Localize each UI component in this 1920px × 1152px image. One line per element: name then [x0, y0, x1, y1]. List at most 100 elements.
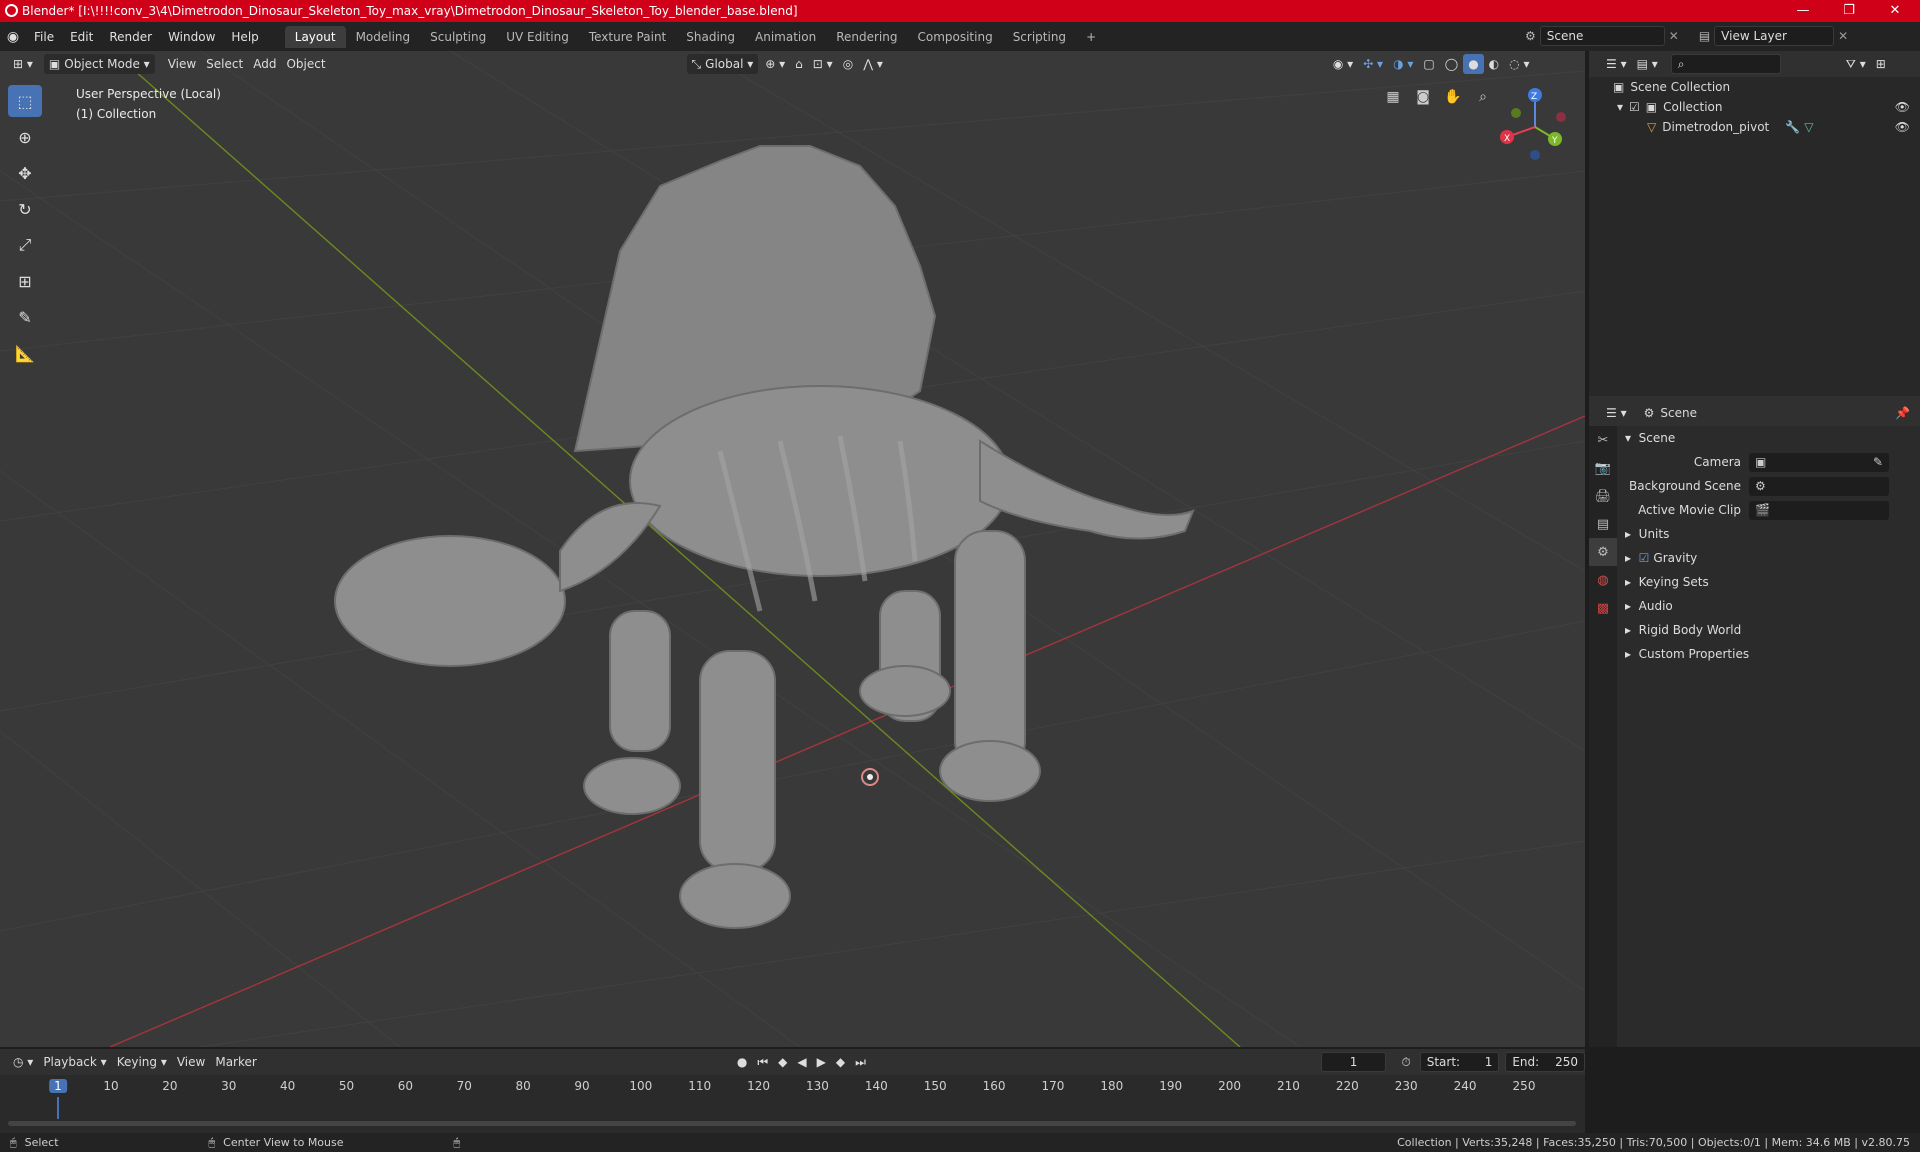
timeline-menu-view[interactable]: View [172, 1052, 210, 1072]
view-layer-tab-icon[interactable]: ▤ [1589, 510, 1617, 538]
3d-viewport[interactable]: ⊞ ▾ ▣ Object Mode ▾ View Select Add Objec… [0, 51, 1585, 1047]
add-workspace-button[interactable]: + [1076, 26, 1106, 48]
collection-visibility-icon[interactable]: 👁 [1895, 100, 1910, 114]
end-frame-field[interactable]: End: 250 [1505, 1052, 1585, 1072]
maximize-button[interactable]: ❐ [1826, 0, 1872, 22]
record-button-icon[interactable]: ● [732, 1052, 752, 1072]
timeline-menu-marker[interactable]: Marker [210, 1052, 261, 1072]
object-visibility-icon[interactable]: 👁 [1895, 120, 1910, 134]
timeline-menu-playback[interactable]: Playback ▾ [38, 1052, 111, 1072]
tab-scripting[interactable]: Scripting [1003, 26, 1076, 48]
scale-tool-icon[interactable]: ⤢ [8, 229, 42, 261]
minimize-button[interactable]: — [1780, 0, 1826, 22]
prev-keyframe-icon[interactable]: ◆ [773, 1052, 792, 1072]
blender-menu-icon[interactable]: ◉ [0, 29, 26, 45]
timeline-scrollbar[interactable] [8, 1121, 1576, 1126]
filter-icon[interactable]: ⛛ ▾ [1841, 54, 1871, 74]
transform-orientation-dropdown[interactable]: ⤡ Global ▾ [686, 54, 759, 74]
tab-rendering[interactable]: Rendering [826, 26, 907, 48]
outliner[interactable]: ☰ ▾ ▤ ▾ ⌕ ⛛ ▾ ⊞ ▣ Scene Collection ▾ ☑ ▣… [1589, 51, 1920, 396]
outliner-editor-type-icon[interactable]: ☰ ▾ [1601, 54, 1632, 74]
jump-end-icon[interactable]: ⏭ [850, 1052, 871, 1072]
menu-help[interactable]: Help [223, 30, 266, 44]
scene-panel-header[interactable]: ▾ Scene [1617, 426, 1920, 450]
select-box-tool-icon[interactable]: ⬚ [8, 85, 42, 117]
jump-start-icon[interactable]: ⏮ [752, 1052, 773, 1072]
rigid-body-world-panel[interactable]: ▸ Rigid Body World [1617, 618, 1920, 642]
gizmo-toggle-icon[interactable]: ✣ ▾ [1358, 54, 1388, 74]
scene-name-field[interactable]: Scene [1539, 26, 1665, 46]
scene-tab-icon[interactable]: ⚙ [1589, 538, 1617, 566]
tool-tab-icon[interactable]: ✂ [1589, 426, 1617, 454]
stopwatch-icon[interactable]: ⏱ [1396, 1052, 1415, 1072]
properties-editor[interactable]: ☰ ▾ ⚙ Scene 📌 ✂ 📷 🖨 ▤ ⚙ ◍ ▩ ▾ Scene Came… [1589, 400, 1920, 1047]
world-tab-icon[interactable]: ◍ [1589, 566, 1617, 594]
close-window-button[interactable]: ✕ [1872, 0, 1918, 22]
viewport-menu-select[interactable]: Select [201, 54, 248, 74]
measure-tool-icon[interactable]: 📐 [8, 337, 42, 369]
units-panel[interactable]: ▸ Units [1617, 522, 1920, 546]
output-tab-icon[interactable]: 🖨 [1589, 482, 1617, 510]
proportional-edit-icon[interactable]: ◎ [838, 54, 858, 74]
snap-target-icon[interactable]: ⊡ ▾ [808, 54, 838, 74]
active-movie-clip-field[interactable]: 🎬 [1749, 500, 1889, 520]
background-scene-field[interactable]: ⚙ [1749, 476, 1889, 496]
scene-selector-icon[interactable]: ⚙ [1525, 29, 1536, 43]
start-frame-field[interactable]: Start: 1 [1419, 1052, 1500, 1072]
close-view-layer-icon[interactable]: ✕ [1838, 29, 1848, 43]
tab-layout[interactable]: Layout [284, 25, 346, 48]
current-frame-field[interactable]: 1 [1320, 1052, 1387, 1072]
view-layer-icon[interactable]: ▤ [1699, 29, 1710, 43]
timeline-editor-type-icon[interactable]: ◷ ▾ [8, 1052, 38, 1072]
view-layer-field[interactable]: View Layer [1714, 26, 1835, 46]
gravity-panel[interactable]: ▸ ☑ Gravity [1617, 546, 1920, 570]
tab-uv-editing[interactable]: UV Editing [496, 26, 579, 48]
play-reverse-icon[interactable]: ◀ [792, 1052, 811, 1072]
visibility-icon[interactable]: ◉ ▾ [1328, 54, 1358, 74]
viewport-menu-object[interactable]: Object [281, 54, 330, 74]
frame-ruler[interactable]: 1 10 20 30 40 50 60 70 80 90 100 110 120 130 140 150 160… [0, 1075, 1585, 1119]
camera-view-icon[interactable]: ◙ [1410, 84, 1436, 110]
move-tool-icon[interactable]: ✥ [8, 157, 42, 189]
texture-tab-icon[interactable]: ▩ [1589, 594, 1617, 622]
transform-tool-icon[interactable]: ⊞ [8, 265, 42, 297]
rotate-tool-icon[interactable]: ↻ [8, 193, 42, 225]
zoom-view-icon[interactable]: ⌕ [1470, 84, 1496, 110]
tab-modeling[interactable]: Modeling [346, 26, 421, 48]
viewport-menu-add[interactable]: Add [248, 54, 281, 74]
xray-toggle-icon[interactable]: ▢ [1418, 54, 1439, 74]
pan-view-icon[interactable]: ✋ [1440, 84, 1466, 110]
playhead-line[interactable] [57, 1097, 59, 1119]
pivot-point-icon[interactable]: ⊕ ▾ [760, 54, 790, 74]
menu-render[interactable]: Render [101, 30, 160, 44]
navigation-gizmo[interactable]: Z X Y [1495, 87, 1575, 167]
keying-sets-panel[interactable]: ▸ Keying Sets [1617, 570, 1920, 594]
outliner-row-collection[interactable]: ▾ ☑ ▣ Collection 👁 [1589, 97, 1920, 117]
tab-compositing[interactable]: Compositing [907, 26, 1002, 48]
modifier-icon[interactable]: 🔧 [1785, 120, 1800, 134]
audio-panel[interactable]: ▸ Audio [1617, 594, 1920, 618]
menu-window[interactable]: Window [160, 30, 223, 44]
expand-arrow-icon[interactable]: ▾ [1617, 100, 1623, 114]
eyedropper-icon[interactable]: ✎ [1873, 455, 1883, 469]
play-icon[interactable]: ▶ [812, 1052, 831, 1072]
camera-field[interactable]: ▣ ✎ [1749, 452, 1889, 472]
next-keyframe-icon[interactable]: ◆ [831, 1052, 850, 1072]
editor-type-icon[interactable]: ⊞ ▾ [8, 54, 38, 74]
outliner-search-input[interactable]: ⌕ [1670, 54, 1781, 74]
toggle-grid-view-icon[interactable]: ▦ [1380, 84, 1406, 110]
new-collection-icon[interactable]: ⊞ [1871, 54, 1891, 74]
render-tab-icon[interactable]: 📷 [1589, 454, 1617, 482]
gravity-checkbox[interactable]: ☑ [1639, 551, 1650, 565]
mesh-data-icon[interactable]: ▽ [1804, 120, 1813, 134]
annotate-tool-icon[interactable]: ✎ [8, 301, 42, 333]
collection-checkbox[interactable]: ☑ [1629, 100, 1640, 114]
wireframe-shading-icon[interactable]: ◯ [1440, 54, 1463, 74]
menu-edit[interactable]: Edit [62, 30, 101, 44]
display-mode-icon[interactable]: ▤ ▾ [1632, 54, 1663, 74]
tab-animation[interactable]: Animation [745, 26, 826, 48]
cursor-tool-icon[interactable]: ⊕ [8, 121, 42, 153]
material-shading-icon[interactable]: ◐ [1484, 54, 1504, 74]
outliner-row-scene-collection[interactable]: ▣ Scene Collection [1589, 77, 1920, 97]
solid-shading-icon[interactable]: ● [1463, 54, 1484, 74]
